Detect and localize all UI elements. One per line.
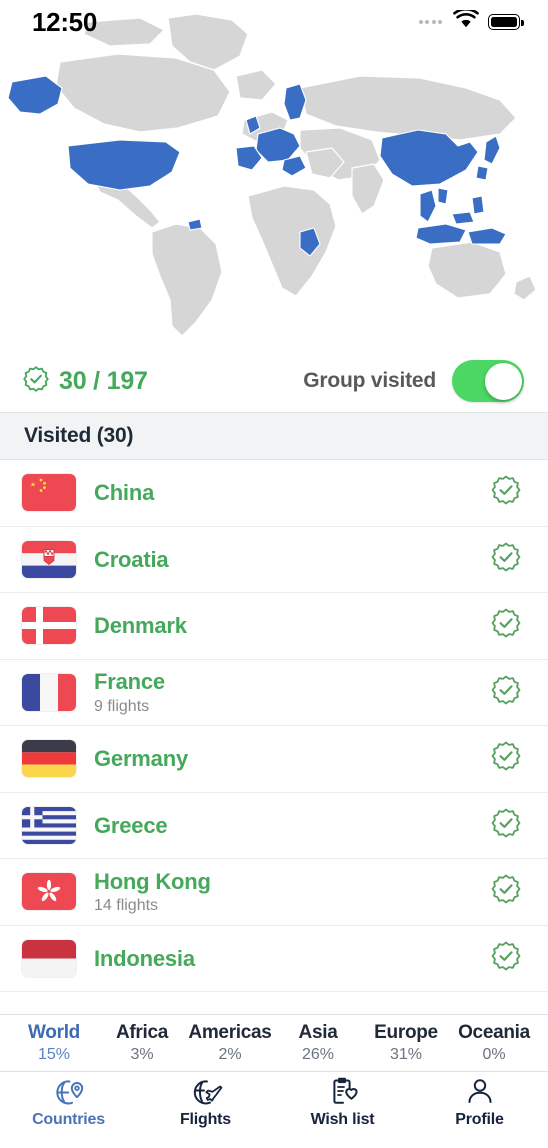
continent-percent: 15% (37, 1046, 71, 1064)
badge-check-icon[interactable] (490, 873, 522, 910)
country-text: Hong Kong 14 flights (94, 869, 478, 915)
tab-label: Flights (179, 1111, 232, 1128)
list-item[interactable]: Greece (0, 792, 548, 859)
continent-percent: 2% (218, 1046, 242, 1064)
country-text: Croatia (94, 547, 478, 572)
country-name: Germany (94, 746, 188, 772)
flag-france (22, 673, 76, 711)
app-screen: 12:50 30 / 197 Group visited Visited (30… (0, 0, 548, 1148)
flag-denmark (22, 607, 76, 645)
list-item[interactable]: China (0, 460, 548, 527)
flag-greece (22, 806, 76, 844)
country-text: France 9 flights (94, 669, 478, 715)
flag-hong-kong (22, 873, 76, 911)
flag-germany (22, 740, 76, 778)
continent-tab-world[interactable]: World 15% (10, 1022, 98, 1063)
continent-percent: 31% (389, 1046, 423, 1064)
tab-countries[interactable]: Countries (0, 1076, 137, 1129)
list-item[interactable]: Hong Kong 14 flights (0, 859, 548, 926)
tab-label: Wish list (310, 1111, 375, 1128)
badge-check-icon[interactable] (490, 740, 522, 777)
continent-label: World (28, 1022, 80, 1044)
country-text: Indonesia (94, 946, 478, 971)
list-item[interactable]: Croatia (0, 526, 548, 593)
tab-flights[interactable]: Flights (137, 1076, 274, 1129)
flag-croatia (22, 540, 76, 578)
visited-section-title: Visited (30) (24, 424, 134, 447)
continent-percent: 0% (482, 1046, 506, 1064)
list-item[interactable]: France 9 flights (0, 659, 548, 726)
country-name: Hong Kong (94, 868, 211, 894)
continent-percent: 3% (130, 1046, 154, 1064)
continent-label: Europe (374, 1022, 438, 1044)
person-icon (463, 1076, 497, 1108)
globe-pin-icon (52, 1076, 86, 1108)
toggle-knob (484, 362, 522, 400)
country-list[interactable]: China Croatia Denmark France 9 flights G… (0, 460, 548, 1014)
visited-section-header: Visited (30) (0, 412, 548, 460)
country-name: Indonesia (94, 945, 195, 971)
country-text: China (94, 480, 478, 505)
country-flights-count: 9 flights (94, 697, 150, 715)
continent-label: Asia (298, 1022, 338, 1044)
tab-label: Profile (455, 1111, 504, 1128)
flag-indonesia (22, 939, 76, 977)
country-name: China (94, 480, 155, 506)
tab-label: Countries (32, 1111, 105, 1128)
badge-check-icon[interactable] (490, 674, 522, 711)
continent-tabs[interactable]: World 15% Africa 3% Americas 2% Asia 26%… (0, 1014, 548, 1072)
group-visited-toggle[interactable] (452, 360, 524, 402)
continent-tab-asia[interactable]: Asia 26% (274, 1022, 362, 1063)
country-name: Croatia (94, 546, 169, 572)
badge-check-icon[interactable] (490, 541, 522, 578)
badge-check-icon[interactable] (490, 474, 522, 511)
continent-percent: 26% (301, 1046, 335, 1064)
bottom-tab-bar[interactable]: Countries Flights Wish list Profile (0, 1072, 548, 1148)
continent-tab-oceania[interactable]: Oceania 0% (450, 1022, 538, 1063)
visited-count-group: 30 / 197 (22, 365, 148, 398)
list-item[interactable]: Indonesia (0, 925, 548, 992)
country-name: Greece (94, 812, 168, 838)
continent-tab-africa[interactable]: Africa 3% (98, 1022, 186, 1063)
list-item[interactable]: Denmark (0, 593, 548, 660)
continent-label: Oceania (458, 1022, 530, 1044)
country-flights-count: 14 flights (94, 897, 159, 915)
world-map[interactable] (0, 0, 548, 350)
country-name: France (94, 669, 165, 695)
badge-check-icon[interactable] (490, 940, 522, 977)
continent-tab-americas[interactable]: Americas 2% (186, 1022, 274, 1063)
group-visited-control[interactable]: Group visited (303, 360, 524, 402)
country-text: Denmark (94, 613, 478, 638)
continent-tab-europe[interactable]: Europe 31% (362, 1022, 450, 1063)
country-text: Germany (94, 746, 478, 771)
clipboard-heart-icon (326, 1076, 360, 1108)
world-map-svg (0, 0, 548, 350)
tab-profile[interactable]: Profile (411, 1076, 548, 1129)
badge-check-icon (22, 365, 50, 398)
badge-check-icon[interactable] (490, 607, 522, 644)
list-item[interactable]: Germany (0, 726, 548, 793)
country-text: Greece (94, 813, 478, 838)
visited-summary-bar: 30 / 197 Group visited (0, 350, 548, 412)
continent-label: Americas (188, 1022, 272, 1044)
group-visited-label: Group visited (303, 369, 436, 392)
tab-wish-list[interactable]: Wish list (274, 1076, 411, 1129)
globe-plane-icon (189, 1076, 223, 1108)
badge-check-icon[interactable] (490, 807, 522, 844)
flag-china (22, 474, 76, 512)
visited-count-text: 30 / 197 (59, 366, 148, 395)
continent-label: Africa (115, 1022, 169, 1044)
country-name: Denmark (94, 613, 187, 639)
